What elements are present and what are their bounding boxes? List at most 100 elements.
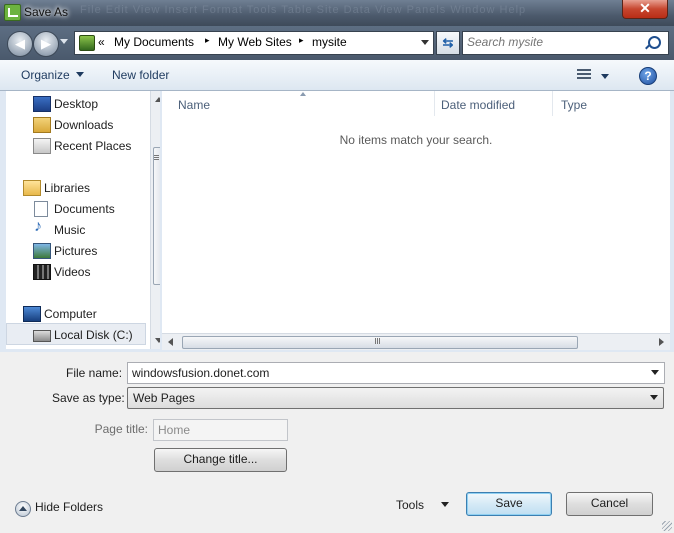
sidebar-item-label: Desktop — [54, 97, 99, 111]
scrollbar-thumb[interactable] — [153, 147, 160, 285]
sidebar-item-local-disk[interactable]: Local Disk (C:) — [6, 323, 146, 345]
sidebar-item-label: Libraries — [44, 181, 91, 195]
tools-menu[interactable]: Tools — [396, 498, 424, 512]
change-view-icon[interactable] — [577, 69, 591, 80]
column-header-label: Date modified — [441, 98, 516, 112]
column-header-date-modified[interactable]: Date modified — [434, 91, 553, 116]
sort-ascending-icon — [300, 92, 306, 96]
videos-icon — [33, 264, 51, 280]
sidebar-item-label: Documents — [54, 202, 115, 216]
chevron-down-icon — [650, 395, 658, 400]
column-header-label: Name — [178, 98, 211, 112]
recent-pages-dropdown-icon[interactable] — [60, 39, 68, 44]
sidebar-item-computer[interactable]: Computer — [6, 303, 146, 323]
page-title-box — [153, 419, 288, 441]
file-name-combobox[interactable] — [127, 362, 665, 384]
sidebar-item-downloads[interactable]: Downloads — [6, 114, 146, 134]
sidebar-item-pictures[interactable]: Pictures — [6, 240, 146, 260]
downloads-icon — [33, 117, 51, 133]
local-disk-icon — [33, 330, 51, 342]
breadcrumb-my-documents[interactable]: My Documents — [114, 35, 194, 49]
file-name-label: File name: — [66, 366, 123, 380]
pictures-icon — [33, 243, 51, 259]
new-folder-button[interactable]: New folder — [112, 68, 169, 82]
help-icon[interactable]: ? — [639, 67, 657, 85]
search-input[interactable] — [467, 34, 637, 50]
column-header-label: Type — [561, 98, 588, 112]
sidebar-item-label: Videos — [54, 265, 91, 279]
back-button[interactable]: ◀ — [7, 31, 33, 57]
command-bar: Organize New folder ? — [0, 60, 674, 91]
column-header-name[interactable]: Name — [162, 91, 435, 116]
folder-location-icon — [79, 35, 95, 51]
change-title-button[interactable]: Change title... — [154, 448, 287, 472]
column-header-type[interactable]: Type — [553, 91, 670, 116]
save-as-type-select[interactable]: Web Pages — [127, 387, 664, 409]
save-options-panel: File name: Save as type: Web Pages Page … — [0, 352, 674, 533]
sidebar-item-label: Downloads — [54, 118, 114, 132]
empty-list-message: No items match your search. — [339, 133, 493, 147]
breadcrumb-separator-icon[interactable]: ▸ — [205, 35, 210, 46]
refresh-button[interactable]: ⇆ — [436, 31, 460, 55]
address-bar[interactable]: « My Documents ▸ My Web Sites ▸ mysite — [74, 31, 434, 55]
horizontal-scrollbar[interactable] — [162, 333, 670, 350]
title-bar[interactable]: File Edit View Insert Format Tools Table… — [0, 0, 674, 26]
computer-icon — [23, 306, 41, 322]
page-title-label: Page title: — [94, 422, 148, 436]
scroll-right-icon[interactable] — [659, 338, 664, 346]
scroll-up-icon[interactable] — [155, 97, 160, 102]
file-name-field[interactable] — [132, 365, 632, 381]
navigation-pane: Desktop Downloads Recent Places Librarie… — [6, 91, 160, 349]
scroll-down-icon[interactable] — [155, 338, 160, 343]
resize-grip-icon[interactable] — [662, 521, 672, 531]
sidebar-item-label: Local Disk (C:) — [54, 328, 133, 342]
sidebar-item-label: Pictures — [54, 244, 98, 258]
chevron-down-icon — [75, 72, 84, 77]
sidebar-item-label: Music — [54, 223, 86, 237]
address-row: ◀ ▶ « My Documents ▸ My Web Sites ▸ mysi… — [0, 26, 674, 60]
page-title-field — [158, 422, 278, 438]
libraries-icon — [23, 180, 41, 196]
hide-folders-button[interactable]: Hide Folders — [35, 500, 103, 514]
window-title: Save As — [24, 5, 69, 19]
save-as-dialog: File Edit View Insert Format Tools Table… — [0, 0, 674, 533]
sidebar-item-documents[interactable]: Documents — [6, 198, 146, 218]
sidebar-item-libraries[interactable]: Libraries — [6, 177, 146, 197]
save-as-type-value: Web Pages — [133, 391, 195, 405]
close-button[interactable]: ✕ — [622, 0, 668, 19]
navigation-scrollbar[interactable] — [150, 91, 160, 349]
file-list-pane[interactable]: Name Date modified Type No items match y… — [162, 91, 670, 350]
address-history-dropdown-icon[interactable] — [421, 40, 429, 45]
save-button[interactable]: Save — [466, 492, 552, 516]
documents-icon — [34, 201, 48, 217]
music-icon — [33, 218, 49, 236]
chevron-down-icon[interactable] — [441, 502, 449, 507]
sidebar-item-label: Computer — [44, 307, 97, 321]
desktop-icon — [33, 96, 51, 112]
recent-places-icon — [33, 138, 51, 154]
scroll-left-icon[interactable] — [168, 338, 173, 346]
search-icon[interactable] — [648, 36, 661, 49]
sidebar-item-label: Recent Places — [54, 139, 132, 153]
app-icon — [4, 4, 21, 21]
view-options-dropdown-icon[interactable] — [601, 74, 609, 79]
background-menu-ghost: File Edit View Insert Format Tools Table… — [80, 4, 527, 16]
scrollbar-grip-icon — [154, 155, 159, 161]
organize-label: Organize — [21, 68, 70, 82]
sidebar-item-desktop[interactable]: Desktop — [6, 93, 146, 113]
hide-folders-icon[interactable] — [15, 501, 31, 517]
forward-button[interactable]: ▶ — [33, 31, 59, 57]
sidebar-item-recent-places[interactable]: Recent Places — [6, 135, 146, 155]
organize-menu[interactable]: Organize — [21, 68, 84, 82]
sidebar-item-music[interactable]: Music — [6, 218, 146, 239]
breadcrumb-my-web-sites[interactable]: My Web Sites — [218, 35, 292, 49]
scrollbar-grip-icon — [375, 338, 381, 344]
search-box[interactable] — [462, 31, 669, 55]
sidebar-item-videos[interactable]: Videos — [6, 261, 146, 281]
cancel-button[interactable]: Cancel — [566, 492, 653, 516]
save-as-type-label: Save as type: — [52, 391, 125, 405]
chevron-down-icon[interactable] — [651, 370, 659, 375]
address-overflow[interactable]: « — [98, 35, 105, 49]
breadcrumb-separator-icon[interactable]: ▸ — [299, 35, 304, 46]
breadcrumb-mysite[interactable]: mysite — [312, 35, 347, 49]
